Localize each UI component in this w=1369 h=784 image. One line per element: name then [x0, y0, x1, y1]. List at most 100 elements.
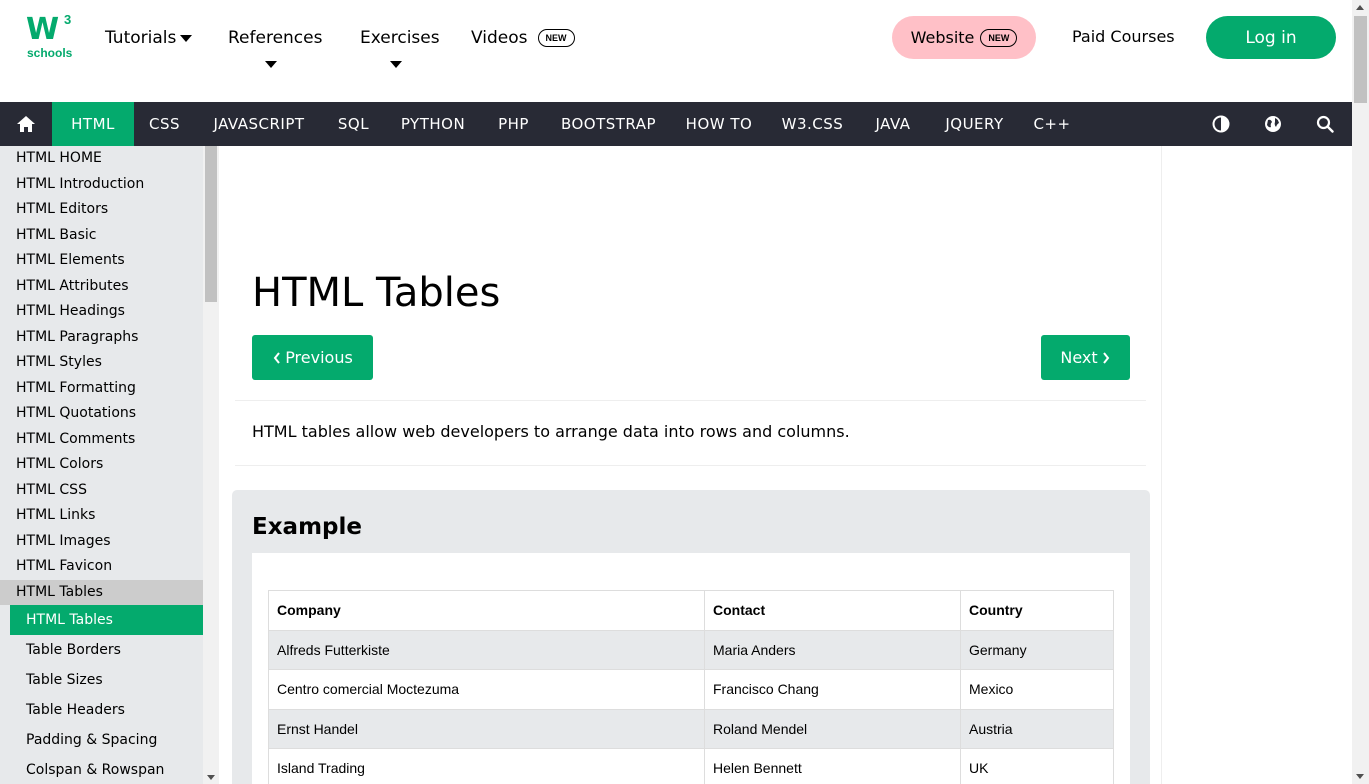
table-cell: Alfreds Futterkiste [268, 629, 705, 670]
table-cell: Germany [960, 629, 1114, 670]
website-button[interactable]: Website NEW [892, 16, 1036, 59]
language-button[interactable] [1253, 102, 1293, 146]
home-icon [17, 116, 35, 132]
references-label: References [228, 28, 323, 48]
tutorials-label: Tutorials [105, 28, 177, 48]
column-header: Country [960, 590, 1114, 631]
sidebar-item-html-favicon[interactable]: HTML Favicon [0, 554, 203, 580]
sidebar-item-html-quotations[interactable]: HTML Quotations [0, 401, 203, 427]
nav-html[interactable]: HTML [52, 102, 134, 146]
nav-css[interactable]: CSS [134, 102, 195, 146]
table-cell: Maria Anders [704, 629, 961, 670]
table-row: Ernst Handel Roland Mendel Austria [268, 708, 1114, 749]
sidebar-list: HTML HOME HTML Introduction HTML Editors… [0, 146, 203, 784]
divider [235, 465, 1146, 466]
column-header: Contact [704, 590, 961, 631]
new-badge: NEW [537, 29, 575, 47]
previous-button[interactable]: Previous [252, 335, 373, 380]
scroll-down-arrow-icon[interactable] [1356, 774, 1364, 779]
website-label: Website [910, 28, 975, 47]
sidebar-item-html-editors[interactable]: HTML Editors [0, 197, 203, 223]
logo-superscript: 3 [64, 12, 72, 27]
caret-down-icon [390, 61, 402, 68]
sidebar-item-html-home[interactable]: HTML HOME [0, 146, 203, 172]
scroll-up-arrow-icon[interactable] [1356, 5, 1364, 10]
references-menu[interactable]: References [228, 26, 322, 50]
nav-w3css[interactable]: W3.CSS [766, 102, 859, 146]
sidebar-item-html-colors[interactable]: HTML Colors [0, 452, 203, 478]
sidebar-item-html-links[interactable]: HTML Links [0, 503, 203, 529]
example-box: Example Company Contact Country Alfreds … [232, 490, 1150, 784]
table-row: Alfreds Futterkiste Maria Anders Germany [268, 629, 1114, 670]
nav-sql[interactable]: SQL [323, 102, 384, 146]
main-content: HTML Tables Previous Next HTML tables al… [219, 146, 1162, 784]
chevron-left-icon [273, 351, 280, 364]
nav-cpp[interactable]: C++ [1022, 102, 1082, 146]
home-button[interactable] [0, 102, 52, 146]
sidebar-item-padding-spacing[interactable]: Padding & Spacing [0, 725, 203, 755]
table-cell: Centro comercial Moctezuma [268, 669, 705, 710]
example-table: Company Contact Country Alfreds Futterki… [268, 590, 1114, 784]
sidebar-item-html-comments[interactable]: HTML Comments [0, 427, 203, 453]
logo-mark: W [26, 12, 59, 47]
videos-label: Videos [471, 28, 528, 48]
sidebar-section-html-tables[interactable]: HTML Tables [0, 579, 203, 605]
next-label: Next [1060, 348, 1098, 367]
sidebar-item-html-attributes[interactable]: HTML Attributes [0, 274, 203, 300]
sidebar-item-colspan-rowspan[interactable]: Colspan & Rowspan [0, 755, 203, 784]
tutorials-menu[interactable]: Tutorials [105, 26, 193, 50]
scroll-down-arrow-icon[interactable] [207, 775, 215, 780]
nav-bootstrap[interactable]: BOOTSTRAP [545, 102, 672, 146]
nav-python[interactable]: PYTHON [384, 102, 482, 146]
sidebar-item-table-headers[interactable]: Table Headers [0, 695, 203, 725]
sidebar-item-html-elements[interactable]: HTML Elements [0, 248, 203, 274]
sidebar-item-html-styles[interactable]: HTML Styles [0, 350, 203, 376]
column-header: Company [268, 590, 705, 631]
nav-java[interactable]: JAVA [859, 102, 927, 146]
page-scrollbar-thumb[interactable] [1354, 16, 1367, 103]
sidebar-item-table-borders[interactable]: Table Borders [0, 635, 203, 665]
chevron-right-icon [1102, 351, 1109, 364]
next-button[interactable]: Next [1041, 335, 1130, 380]
table-cell: Roland Mendel [704, 708, 961, 749]
nav-javascript[interactable]: JAVASCRIPT [195, 102, 323, 146]
example-output: Company Contact Country Alfreds Futterki… [252, 553, 1130, 784]
sidebar-item-html-formatting[interactable]: HTML Formatting [0, 376, 203, 402]
globe-icon [1265, 116, 1281, 132]
sidebar-item-table-sizes[interactable]: Table Sizes [0, 665, 203, 695]
nav-php[interactable]: PHP [482, 102, 545, 146]
nav-jquery[interactable]: JQUERY [927, 102, 1022, 146]
nav-howto[interactable]: HOW TO [672, 102, 766, 146]
divider [235, 400, 1146, 401]
sidebar-item-html-tables-active[interactable]: HTML Tables [10, 605, 203, 635]
login-button[interactable]: Log in [1206, 16, 1336, 59]
sidebar-scrollbar-thumb[interactable] [205, 146, 217, 302]
exercises-label: Exercises [360, 28, 440, 48]
sidebar-item-html-headings[interactable]: HTML Headings [0, 299, 203, 325]
sidebar-item-html-css[interactable]: HTML CSS [0, 478, 203, 504]
table-cell: Ernst Handel [268, 708, 705, 749]
page-scrollbar[interactable] [1352, 0, 1369, 784]
sidebar-scrollbar[interactable] [203, 146, 219, 784]
table-cell: Island Trading [268, 748, 705, 784]
theme-toggle-button[interactable] [1201, 102, 1241, 146]
logo-wordmark: schools [27, 46, 73, 60]
sidebar: HTML HOME HTML Introduction HTML Editors… [0, 146, 219, 784]
videos-link[interactable]: Videos NEW [471, 26, 575, 50]
sidebar-item-html-images[interactable]: HTML Images [0, 529, 203, 555]
w3schools-logo[interactable]: W 3 schools [26, 12, 78, 64]
exercises-menu[interactable]: Exercises [360, 26, 440, 50]
new-badge: NEW [980, 28, 1018, 47]
intro-paragraph: HTML tables allow web developers to arra… [252, 422, 850, 441]
search-button[interactable] [1305, 102, 1345, 146]
paid-courses-link[interactable]: Paid Courses [1072, 27, 1175, 46]
table-row: Centro comercial Moctezuma Francisco Cha… [268, 669, 1114, 710]
sidebar-item-html-introduction[interactable]: HTML Introduction [0, 172, 203, 198]
contrast-icon [1212, 115, 1230, 133]
sidebar-item-html-basic[interactable]: HTML Basic [0, 223, 203, 249]
table-cell: Helen Bennett [704, 748, 961, 784]
table-cell: Mexico [960, 669, 1114, 710]
table-cell: UK [960, 748, 1114, 784]
previous-label: Previous [285, 348, 353, 367]
sidebar-item-html-paragraphs[interactable]: HTML Paragraphs [0, 325, 203, 351]
